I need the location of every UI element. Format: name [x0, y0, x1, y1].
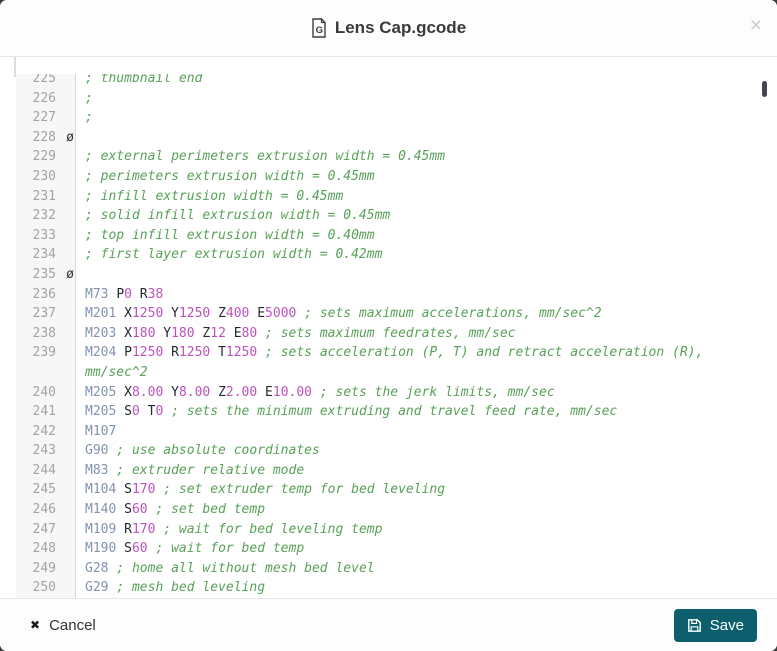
modal-footer: ✖ Cancel Save	[0, 598, 777, 651]
code-line[interactable]: 226;	[16, 88, 751, 109]
code-line[interactable]: 246 M140 S60 ; set bed temp	[16, 500, 751, 520]
line-number: 226	[16, 88, 76, 109]
line-number: 234	[16, 245, 76, 265]
save-floppy-icon	[687, 618, 701, 632]
code-line[interactable]: 245 M104 S170 ; set extruder temp for bed…	[16, 480, 751, 501]
save-label: Save	[709, 616, 744, 634]
cancel-label: Cancel	[49, 616, 96, 634]
code-line[interactable]: 228 ø	[16, 127, 751, 148]
code-line-text[interactable]	[76, 128, 751, 148]
code-line-text[interactable]: M140 S60 ; set bed temp	[76, 500, 751, 520]
code-lines: 225; thumbnail end 226; 227; 228 ø 229; exter…	[16, 74, 751, 598]
line-number: 227	[16, 108, 76, 128]
code-line[interactable]: 238 M203 X180 Y180 Z12 E80 ; sets maximum…	[16, 323, 751, 344]
line-number: 233	[16, 225, 76, 246]
gcode-editor-body: 225; thumbnail end 226; 227; 228 ø 229; exter…	[0, 57, 777, 598]
line-number: 236	[16, 284, 76, 305]
line-number: 243	[16, 441, 76, 461]
line-number: 240	[16, 382, 76, 403]
scrollbar-thumb[interactable]	[762, 81, 767, 97]
code-line[interactable]: 242 M107	[16, 421, 751, 442]
code-line[interactable]: 229; external perimeters extrusion width…	[16, 147, 751, 167]
code-line-text[interactable]: ; first layer extrusion width = 0.42mm	[76, 245, 751, 265]
code-line[interactable]: 244 M83 ; extruder relative mode	[16, 460, 751, 481]
code-line-text[interactable]: M104 S170 ; set extruder temp for bed le…	[76, 480, 751, 500]
code-line-text[interactable]: G28 ; home all without mesh bed level	[76, 559, 751, 579]
code-line[interactable]: 225; thumbnail end	[16, 74, 751, 89]
code-line-text[interactable]: G29 ; mesh bed leveling	[76, 578, 751, 598]
code-line[interactable]: 237 M201 X1250 Y1250 Z400 E5000 ; sets ma…	[16, 304, 751, 324]
code-line[interactable]: 248 M190 S60 ; wait for bed temp	[16, 539, 751, 559]
line-number: 244	[16, 460, 76, 481]
svg-text:G: G	[315, 25, 322, 36]
code-line[interactable]: 241 M205 S0 T0 ; sets the minimum extrudi…	[16, 402, 751, 422]
line-number: 242	[16, 421, 76, 442]
code-line[interactable]: 230; perimeters extrusion width = 0.45mm	[16, 166, 751, 187]
code-line-text[interactable]: M204 P1250 R1250 T1250 ; sets accelerati…	[76, 343, 751, 382]
line-number: 246	[16, 500, 76, 520]
code-line[interactable]: 247 M109 R170 ; wait for bed leveling tem…	[16, 519, 751, 540]
code-line-text[interactable]: M205 X8.00 Y8.00 Z2.00 E10.00 ; sets the…	[76, 383, 751, 403]
code-line[interactable]: 249 G28 ; home all without mesh bed level	[16, 558, 751, 579]
code-line[interactable]: 250 G29 ; mesh bed leveling	[16, 578, 751, 598]
code-editor[interactable]: 225; thumbnail end 226; 227; 228 ø 229; exter…	[16, 74, 751, 598]
line-number: 250	[16, 578, 76, 598]
code-line-text[interactable]: ; perimeters extrusion width = 0.45mm	[76, 167, 751, 187]
code-line-text[interactable]: M205 S0 T0 ; sets the minimum extruding …	[76, 402, 751, 422]
line-number: 231	[16, 186, 76, 207]
gcode-file-icon: G	[312, 18, 326, 38]
code-line-text[interactable]: ; top infill extrusion width = 0.40mm	[76, 226, 751, 246]
line-number: 247	[16, 519, 76, 540]
code-line[interactable]: 233; top infill extrusion width = 0.40mm	[16, 225, 751, 246]
line-number: 229	[16, 147, 76, 167]
code-line[interactable]: 240 M205 X8.00 Y8.00 Z2.00 E10.00 ; sets …	[16, 382, 751, 403]
code-line[interactable]: 236 M73 P0 R38	[16, 284, 751, 305]
line-number: 238	[16, 323, 76, 344]
code-line[interactable]: 227;	[16, 108, 751, 128]
code-line[interactable]: 243 G90 ; use absolute coordinates	[16, 441, 751, 461]
modal-title-wrap: G Lens Cap.gcode	[311, 18, 466, 38]
cancel-button[interactable]: ✖ Cancel	[30, 617, 96, 634]
code-line-text[interactable]: M107	[76, 422, 751, 442]
save-button[interactable]: Save	[673, 608, 757, 642]
line-number: 249	[16, 558, 76, 579]
line-number: 230	[16, 166, 76, 187]
modal-title: Lens Cap.gcode	[334, 18, 467, 37]
line-number: 232	[16, 206, 76, 226]
code-line[interactable]: 234; first layer extrusion width = 0.42m…	[16, 245, 751, 265]
code-line[interactable]: 231; infill extrusion width = 0.45mm	[16, 186, 751, 207]
code-line-text[interactable]: ;	[76, 89, 751, 109]
special-char-marker: ø	[66, 266, 74, 282]
code-line-text[interactable]: M190 S60 ; wait for bed temp	[76, 539, 751, 559]
code-line-text[interactable]: M109 R170 ; wait for bed leveling temp	[76, 520, 751, 540]
special-char-marker: ø	[66, 129, 74, 145]
line-number: 241	[16, 402, 76, 422]
code-line-text[interactable]: M203 X180 Y180 Z12 E80 ; sets maximum fe…	[76, 324, 751, 344]
code-line-text[interactable]: ; external perimeters extrusion width = …	[76, 147, 751, 167]
code-line[interactable]: 232; solid infill extrusion width = 0.45…	[16, 206, 751, 226]
line-number: 225	[16, 74, 76, 89]
edit-gcode-modal: G Lens Cap.gcode × 225; thumbnail end 226…	[0, 0, 777, 651]
code-line[interactable]: 239 M204 P1250 R1250 T1250 ; sets acceler…	[16, 343, 751, 383]
code-line-text[interactable]: M201 X1250 Y1250 Z400 E5000 ; sets maxim…	[76, 304, 751, 324]
line-number: 248	[16, 539, 76, 559]
code-line-text[interactable]: M73 P0 R38	[76, 285, 751, 305]
line-number: 228 ø	[16, 127, 76, 148]
code-line[interactable]: 235 ø	[16, 264, 751, 285]
close-icon[interactable]: ×	[750, 15, 762, 36]
line-number: 237	[16, 304, 76, 324]
code-line-text[interactable]: ;	[76, 108, 751, 128]
code-line-text[interactable]: ; infill extrusion width = 0.45mm	[76, 187, 751, 207]
code-line-text[interactable]: ; solid infill extrusion width = 0.45mm	[76, 206, 751, 226]
modal-header: G Lens Cap.gcode ×	[0, 0, 777, 57]
code-line-text[interactable]	[76, 265, 751, 285]
code-line-text[interactable]: G90 ; use absolute coordinates	[76, 441, 751, 461]
cancel-x-icon: ✖	[30, 618, 41, 632]
code-line-text[interactable]: ; thumbnail end	[76, 74, 751, 89]
line-number: 239	[16, 343, 76, 383]
line-number: 245	[16, 480, 76, 501]
code-line-text[interactable]: M83 ; extruder relative mode	[76, 461, 751, 481]
line-number: 235 ø	[16, 264, 76, 285]
